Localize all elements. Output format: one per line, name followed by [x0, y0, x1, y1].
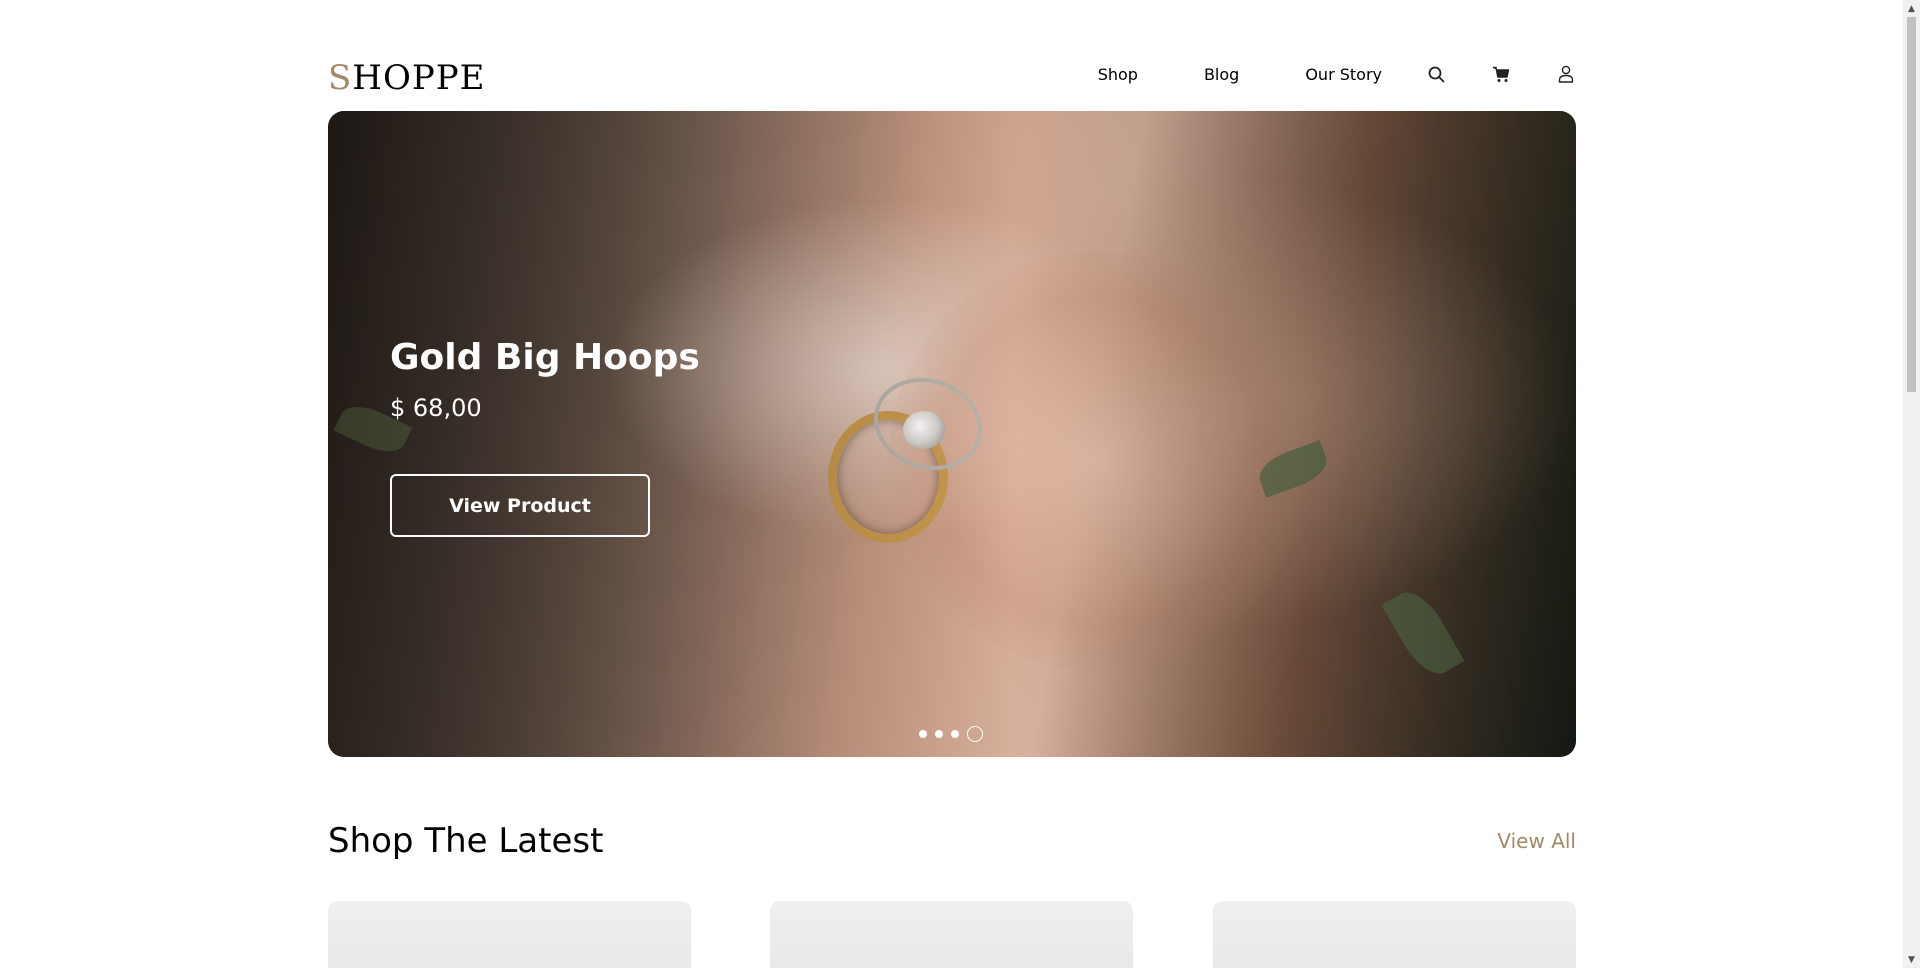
view-product-button[interactable]: View Product	[390, 474, 650, 537]
section-title-latest: Shop The Latest	[328, 821, 604, 861]
product-card[interactable]	[770, 901, 1133, 968]
nav-our-story[interactable]: Our Story	[1305, 65, 1382, 84]
hero-image-overlay	[328, 111, 1576, 757]
logo-text: HOPPE	[352, 58, 486, 98]
hero-price: $ 68,00	[390, 394, 482, 422]
nav-shop[interactable]: Shop	[1098, 65, 1138, 84]
nav-blog[interactable]: Blog	[1204, 65, 1239, 84]
cart-icon[interactable]	[1491, 64, 1511, 84]
page: SHOPPE Shop Blog Our Story Gold Big Hoop…	[328, 0, 1576, 968]
carousel-dot[interactable]	[951, 730, 959, 738]
user-icon[interactable]	[1556, 64, 1576, 84]
logo[interactable]: SHOPPE	[328, 58, 485, 98]
search-icon[interactable]	[1426, 64, 1446, 84]
main-nav: Shop Blog Our Story	[1098, 56, 1576, 92]
hero-title: Gold Big Hoops	[390, 337, 700, 378]
carousel-dot-active[interactable]	[967, 726, 983, 742]
scroll-down-arrow-icon[interactable]: ▼	[1903, 951, 1920, 968]
product-card[interactable]	[328, 901, 691, 968]
logo-first-letter: S	[328, 58, 353, 98]
carousel-dots	[919, 726, 983, 742]
view-all-link[interactable]: View All	[1497, 829, 1576, 853]
scrollbar-thumb[interactable]	[1907, 17, 1916, 392]
vertical-scrollbar[interactable]: ▲ ▼	[1903, 0, 1920, 968]
scroll-up-arrow-icon[interactable]: ▲	[1903, 0, 1920, 17]
carousel-dot[interactable]	[935, 730, 943, 738]
hero-banner: Gold Big Hoops $ 68,00 View Product	[328, 111, 1576, 757]
product-card[interactable]	[1213, 901, 1576, 968]
carousel-dot[interactable]	[919, 730, 927, 738]
site-header: SHOPPE Shop Blog Our Story	[328, 56, 1576, 98]
